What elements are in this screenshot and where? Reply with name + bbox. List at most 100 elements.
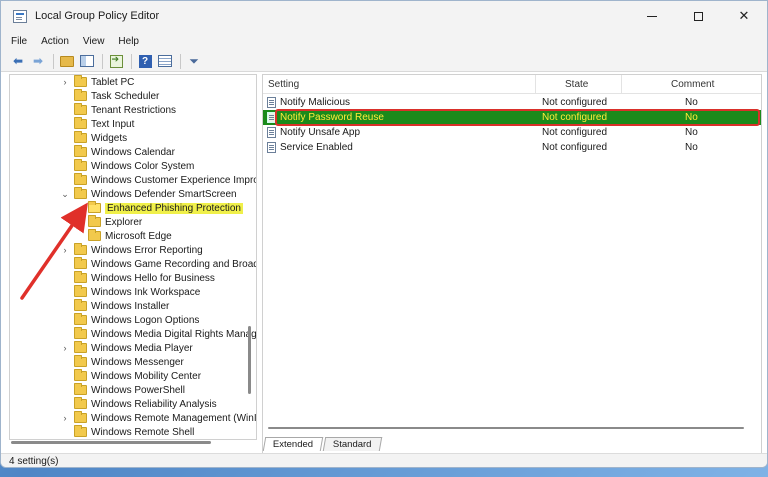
- tree-item-label: Windows PowerShell: [91, 384, 185, 396]
- tree-item[interactable]: Windows Remote Shell: [60, 425, 194, 439]
- tree-item-selected[interactable]: Enhanced Phishing Protection: [74, 201, 243, 215]
- tree-item[interactable]: Tenant Restrictions: [60, 103, 176, 117]
- tree-item-label: Windows Hello for Business: [91, 272, 215, 284]
- column-header-setting[interactable]: Setting: [268, 75, 299, 94]
- title-bar[interactable]: Local Group Policy Editor ✕: [1, 1, 767, 31]
- tree-item-label: Windows Media Player: [91, 342, 193, 354]
- tab-standard[interactable]: Standard: [322, 437, 382, 451]
- menu-file[interactable]: File: [11, 36, 27, 47]
- up-folder-icon: [60, 55, 74, 67]
- tree-item[interactable]: Windows Media Digital Rights Manag: [60, 327, 256, 341]
- minimize-button[interactable]: [629, 1, 675, 31]
- tree-item-label: Windows Customer Experience Impro: [91, 174, 257, 186]
- comment-cell: No: [685, 142, 698, 153]
- forward-arrow-icon[interactable]: ➡: [29, 52, 47, 70]
- toolbar-separator: [53, 53, 54, 69]
- close-icon: ✕: [738, 8, 750, 23]
- folder-icon: [74, 341, 87, 353]
- menu-action[interactable]: Action: [41, 36, 69, 47]
- maximize-button[interactable]: [675, 1, 721, 31]
- tree-item[interactable]: Widgets: [60, 131, 127, 145]
- tree-item-label: Widgets: [91, 132, 128, 144]
- tab-extended-label: Extended: [272, 439, 314, 450]
- tree-horizontal-scrollbar[interactable]: [11, 441, 211, 444]
- column-header-comment[interactable]: Comment: [671, 75, 714, 94]
- tree-item[interactable]: Windows Hello for Business: [60, 271, 215, 285]
- tree-item[interactable]: Windows Reliability Analysis: [60, 397, 217, 411]
- tree-item[interactable]: Text Input: [60, 117, 134, 131]
- expand-chevron-icon[interactable]: ›: [60, 77, 70, 87]
- policy-setting-icon: [267, 97, 276, 108]
- table-row[interactable]: Service Enabled Not configured No: [263, 140, 761, 155]
- folder-icon: [74, 131, 87, 143]
- tree-item[interactable]: Windows Installer: [60, 299, 169, 313]
- tree-item[interactable]: Windows Mobility Center: [60, 369, 201, 383]
- filter-icon: ⏷: [189, 53, 199, 68]
- menu-view[interactable]: View: [83, 36, 105, 47]
- policy-setting-icon: [267, 127, 276, 138]
- menu-help[interactable]: Help: [118, 36, 139, 47]
- folder-icon: [74, 159, 87, 171]
- tree-item[interactable]: Windows PowerShell: [60, 383, 185, 397]
- column-divider[interactable]: [621, 75, 622, 94]
- folder-icon: [74, 411, 87, 423]
- expand-chevron-icon[interactable]: ›: [60, 413, 70, 423]
- tree-item[interactable]: › Windows Media Player: [60, 341, 193, 355]
- tree-item[interactable]: › Tablet PC: [60, 75, 134, 89]
- folder-icon: [74, 355, 87, 367]
- collapse-chevron-icon[interactable]: ⌄: [60, 189, 70, 200]
- tree-item[interactable]: Microsoft Edge: [74, 229, 172, 243]
- column-header-state[interactable]: State: [565, 75, 588, 94]
- expand-chevron-icon[interactable]: ›: [60, 245, 70, 255]
- toolbar-separator: [180, 53, 181, 69]
- window-title: Local Group Policy Editor: [35, 10, 160, 22]
- comment-cell: No: [685, 97, 698, 108]
- expand-chevron-icon[interactable]: ›: [60, 343, 70, 353]
- navigation-tree[interactable]: › Tablet PC Task Scheduler Tenant Restric…: [9, 74, 257, 440]
- tree-item[interactable]: Windows Customer Experience Impro: [60, 173, 257, 187]
- tab-standard-label: Standard: [333, 439, 372, 450]
- folder-icon: [74, 187, 87, 199]
- tree-item-expanded[interactable]: ⌄ Windows Defender SmartScreen: [60, 187, 237, 201]
- list-horizontal-scrollbar[interactable]: [268, 427, 744, 429]
- tree-item-label: Windows Remote Shell: [91, 426, 195, 438]
- table-row[interactable]: Notify Unsafe App Not configured No: [263, 125, 761, 140]
- menu-bar: File Action View Help: [1, 31, 767, 51]
- app-window: Local Group Policy Editor ✕ File Action …: [0, 0, 768, 468]
- tree-item[interactable]: Explorer: [74, 215, 142, 229]
- tree-item[interactable]: Windows Calendar: [60, 145, 175, 159]
- table-row[interactable]: Notify Malicious Not configured No: [263, 95, 761, 110]
- tree-item-label: Task Scheduler: [91, 90, 160, 102]
- tree-item[interactable]: Windows Logon Options: [60, 313, 199, 327]
- state-cell: Not configured: [542, 127, 608, 138]
- tab-extended[interactable]: Extended: [262, 437, 324, 451]
- status-text: 4 setting(s): [9, 455, 59, 467]
- tree-item-label: Windows Remote Management (WinI: [91, 412, 257, 424]
- export-list-button[interactable]: [107, 52, 125, 70]
- tree-item[interactable]: Windows Color System: [60, 159, 194, 173]
- tree-item[interactable]: Task Scheduler: [60, 89, 159, 103]
- folder-icon: [88, 229, 101, 241]
- tree-item-label: Microsoft Edge: [105, 230, 172, 242]
- column-divider[interactable]: [535, 75, 536, 94]
- policy-editor-icon: [13, 9, 27, 23]
- setting-cell: Notify Unsafe App: [267, 125, 360, 140]
- tree-item[interactable]: Windows Messenger: [60, 355, 184, 369]
- back-arrow-icon[interactable]: ⬅: [9, 52, 27, 70]
- tree-item[interactable]: Windows Ink Workspace: [60, 285, 200, 299]
- tree-item[interactable]: Windows Game Recording and Broad: [60, 257, 256, 271]
- show-pane-button[interactable]: [78, 52, 96, 70]
- properties-button[interactable]: [156, 52, 174, 70]
- up-folder-button[interactable]: [58, 52, 76, 70]
- close-button[interactable]: ✕: [721, 1, 767, 31]
- help-button[interactable]: ?: [136, 52, 154, 70]
- tree-item[interactable]: › Windows Remote Management (WinI: [60, 411, 257, 425]
- state-cell: Not configured: [542, 142, 608, 153]
- tree-vertical-scrollbar[interactable]: [248, 326, 251, 394]
- filter-button[interactable]: ⏷: [185, 52, 203, 70]
- tree-item-label: Windows Reliability Analysis: [91, 398, 217, 410]
- toolbar-separator: [131, 53, 132, 69]
- maximize-icon: [693, 11, 703, 21]
- folder-icon: [74, 271, 87, 283]
- tree-item[interactable]: › Windows Error Reporting: [60, 243, 203, 257]
